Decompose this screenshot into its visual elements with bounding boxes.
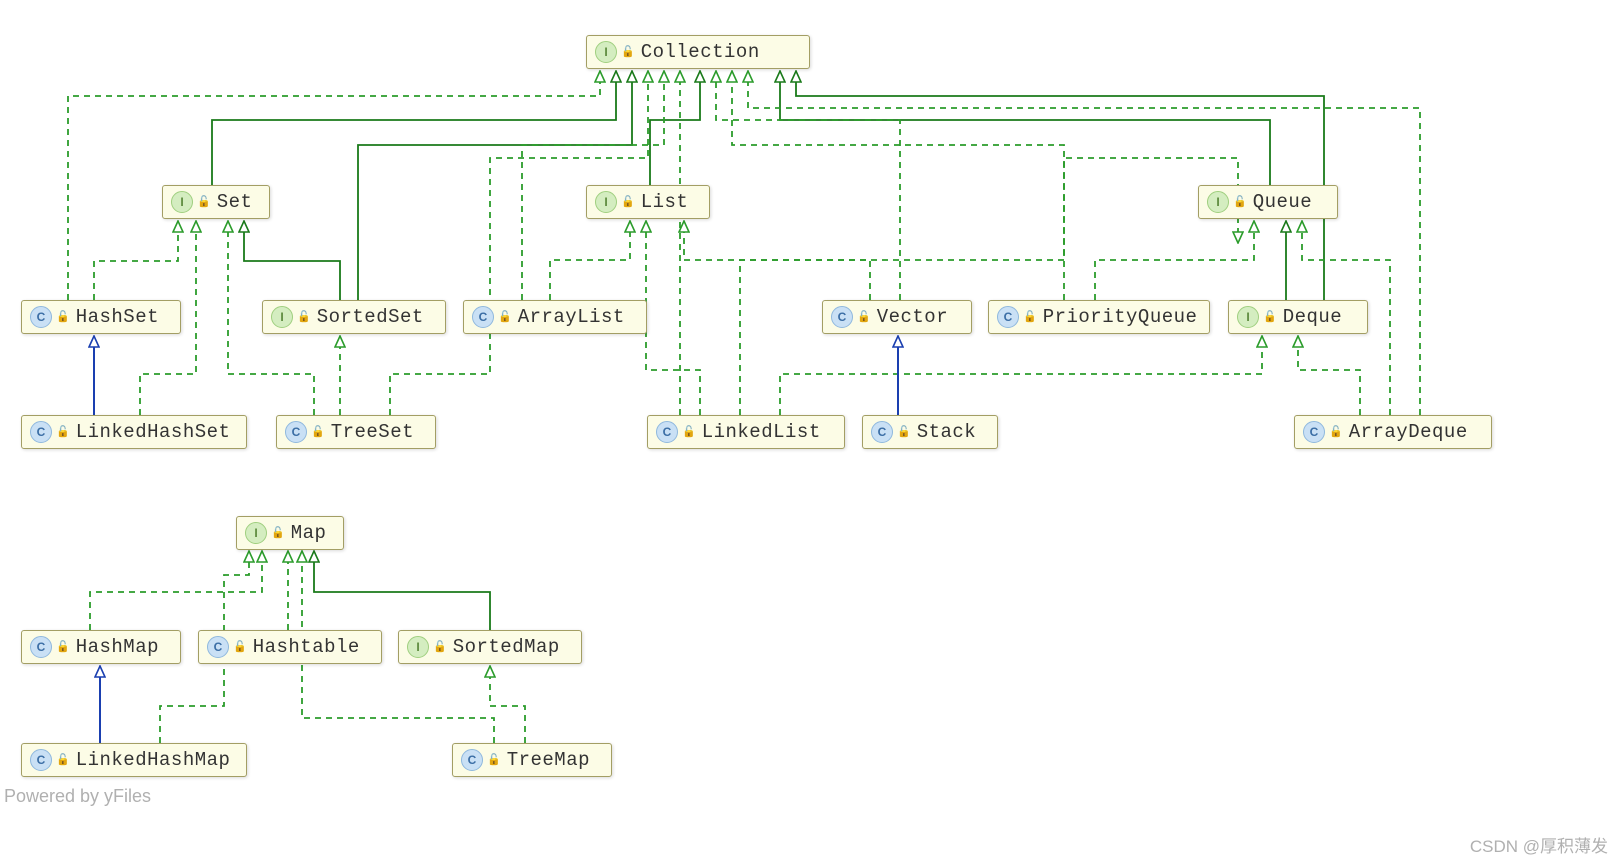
lock-icon: 🔓: [271, 526, 285, 540]
label-stack: Stack: [917, 421, 977, 443]
interface-icon: I: [1237, 306, 1259, 328]
lock-icon: 🔓: [233, 640, 247, 654]
class-icon: C: [207, 636, 229, 658]
label-queue: Queue: [1253, 191, 1313, 213]
label-linkedlist: LinkedList: [702, 421, 821, 443]
node-priorityqueue: C 🔓 PriorityQueue: [988, 300, 1210, 334]
lock-icon: 🔓: [1023, 310, 1037, 324]
lock-icon: 🔓: [297, 310, 311, 324]
lock-icon: 🔓: [1263, 310, 1277, 324]
class-icon: C: [461, 749, 483, 771]
lock-icon: 🔓: [433, 640, 447, 654]
lock-icon: 🔓: [621, 45, 635, 59]
label-arraylist: ArrayList: [518, 306, 625, 328]
node-collection: I 🔓 Collection: [586, 35, 810, 69]
label-set: Set: [217, 191, 253, 213]
class-icon: C: [997, 306, 1019, 328]
label-collection: Collection: [641, 41, 760, 63]
lock-icon: 🔓: [56, 753, 70, 767]
interface-icon: I: [595, 191, 617, 213]
interface-icon: I: [271, 306, 293, 328]
lock-icon: 🔓: [897, 425, 911, 439]
powered-by-text: Powered by yFiles: [4, 786, 151, 807]
lock-icon: 🔓: [56, 425, 70, 439]
node-queue: I 🔓 Queue: [1198, 185, 1338, 219]
label-arraydeque: ArrayDeque: [1349, 421, 1468, 443]
lock-icon: 🔓: [487, 753, 501, 767]
label-priorityqueue: PriorityQueue: [1043, 306, 1198, 328]
node-treeset: C 🔓 TreeSet: [276, 415, 436, 449]
node-arraylist: C 🔓 ArrayList: [463, 300, 647, 334]
class-icon: C: [1303, 421, 1325, 443]
node-linkedhashmap: C 🔓 LinkedHashMap: [21, 743, 247, 777]
lock-icon: 🔓: [621, 195, 635, 209]
label-map: Map: [291, 522, 327, 544]
class-icon: C: [30, 749, 52, 771]
node-hashtable: C 🔓 Hashtable: [198, 630, 382, 664]
class-icon: C: [285, 421, 307, 443]
class-icon: C: [472, 306, 494, 328]
label-hashset: HashSet: [76, 306, 159, 328]
node-map: I 🔓 Map: [236, 516, 344, 550]
label-hashtable: Hashtable: [253, 636, 360, 658]
interface-icon: I: [245, 522, 267, 544]
node-linkedlist: C 🔓 LinkedList: [647, 415, 845, 449]
lock-icon: 🔓: [311, 425, 325, 439]
class-icon: C: [30, 306, 52, 328]
watermark-text: CSDN @厚积薄发: [1470, 832, 1608, 857]
label-list: List: [641, 191, 689, 213]
class-icon: C: [656, 421, 678, 443]
lock-icon: 🔓: [498, 310, 512, 324]
class-icon: C: [831, 306, 853, 328]
label-sortedset: SortedSet: [317, 306, 424, 328]
class-icon: C: [30, 421, 52, 443]
label-sortedmap: SortedMap: [453, 636, 560, 658]
label-linkedhashmap: LinkedHashMap: [76, 749, 231, 771]
node-sortedset: I 🔓 SortedSet: [262, 300, 446, 334]
node-stack: C 🔓 Stack: [862, 415, 998, 449]
interface-icon: I: [595, 41, 617, 63]
node-linkedhashset: C 🔓 LinkedHashSet: [21, 415, 247, 449]
label-hashmap: HashMap: [76, 636, 159, 658]
lock-icon: 🔓: [56, 640, 70, 654]
lock-icon: 🔓: [56, 310, 70, 324]
interface-icon: I: [171, 191, 193, 213]
node-list: I 🔓 List: [586, 185, 710, 219]
lock-icon: 🔓: [197, 195, 211, 209]
label-vector: Vector: [877, 306, 948, 328]
node-set: I 🔓 Set: [162, 185, 270, 219]
lock-icon: 🔓: [1233, 195, 1247, 209]
node-treemap: C 🔓 TreeMap: [452, 743, 612, 777]
lock-icon: 🔓: [682, 425, 696, 439]
node-deque: I 🔓 Deque: [1228, 300, 1368, 334]
node-sortedmap: I 🔓 SortedMap: [398, 630, 582, 664]
class-icon: C: [30, 636, 52, 658]
node-hashmap: C 🔓 HashMap: [21, 630, 181, 664]
label-deque: Deque: [1283, 306, 1343, 328]
lock-icon: 🔓: [857, 310, 871, 324]
label-linkedhashset: LinkedHashSet: [76, 421, 231, 443]
node-arraydeque: C 🔓 ArrayDeque: [1294, 415, 1492, 449]
class-icon: C: [871, 421, 893, 443]
interface-icon: I: [1207, 191, 1229, 213]
node-vector: C 🔓 Vector: [822, 300, 972, 334]
label-treeset: TreeSet: [331, 421, 414, 443]
interface-icon: I: [407, 636, 429, 658]
label-treemap: TreeMap: [507, 749, 590, 771]
node-hashset: C 🔓 HashSet: [21, 300, 181, 334]
lock-icon: 🔓: [1329, 425, 1343, 439]
